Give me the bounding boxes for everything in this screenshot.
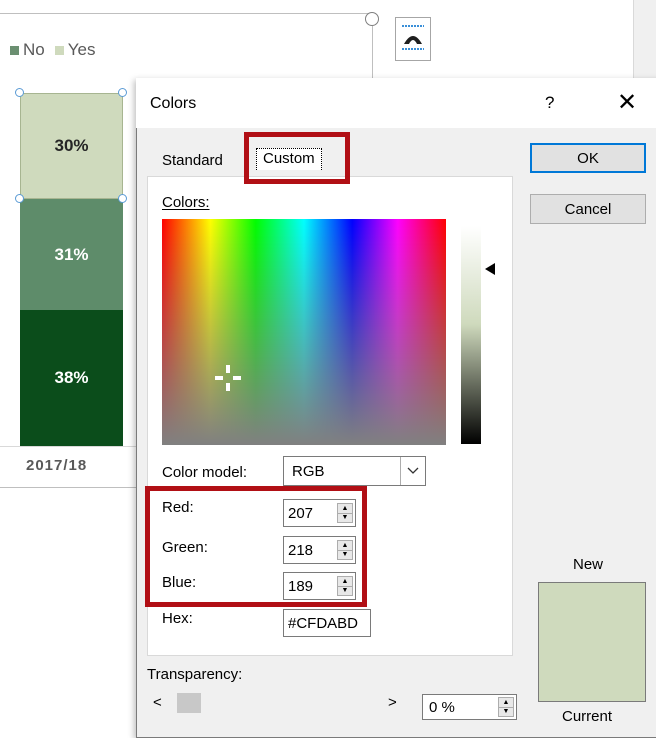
hex-label: Hex: (162, 610, 193, 627)
chart-border-right (372, 26, 373, 80)
new-label: New (573, 556, 604, 573)
ok-button[interactable]: OK (530, 143, 646, 173)
tab-standard[interactable]: Standard (162, 152, 223, 169)
axis-category-label: 2017/18 (26, 457, 88, 474)
legend-label-no: No (23, 40, 45, 59)
color-model-label: Color model: (162, 464, 248, 481)
spin-down-icon[interactable]: ▼ (499, 706, 513, 717)
color-model-value: RGB (292, 462, 325, 480)
highlight-rgb-values (145, 486, 367, 607)
chart-border-bottom (0, 487, 145, 488)
transparency-spinner[interactable]: ▲ ▼ (498, 697, 514, 717)
bar-segment-yes[interactable]: 30% (20, 93, 123, 199)
dialog-title: Colors (150, 95, 197, 112)
legend-item-yes: Yes (54, 40, 96, 60)
luminance-slider[interactable] (461, 226, 481, 444)
chart-border-top (0, 13, 372, 14)
selection-handle[interactable] (15, 194, 24, 203)
chevron-down-icon[interactable] (400, 457, 425, 485)
chart-layout-icon[interactable] (395, 17, 431, 61)
legend-item-no: No (10, 40, 45, 60)
transparency-value: 0 % (429, 698, 455, 716)
chevron-right-icon[interactable]: > (388, 694, 397, 711)
transparency-label: Transparency: (147, 666, 243, 683)
close-button[interactable]: ✕ (617, 88, 637, 117)
color-preview (538, 582, 646, 702)
bar-data-label: 38% (54, 368, 89, 387)
legend-swatch-no (10, 45, 19, 55)
bar-data-label: 31% (54, 244, 89, 264)
legend-swatch-yes (54, 45, 64, 55)
selection-handle[interactable] (118, 88, 127, 97)
hex-value: #CFDABD (288, 614, 359, 632)
slider-thumb[interactable] (177, 693, 201, 713)
current-color-swatch (539, 643, 645, 701)
color-spectrum[interactable] (162, 219, 446, 445)
color-model-select[interactable]: RGB (283, 456, 426, 486)
cancel-button[interactable]: Cancel (530, 194, 646, 224)
highlight-custom-tab (244, 132, 350, 184)
bar-segment-no[interactable]: 38% (20, 310, 123, 446)
chart-axis-line (0, 446, 145, 447)
legend-label-yes: Yes (67, 40, 96, 59)
hex-input[interactable]: #CFDABD (283, 609, 371, 637)
new-color-swatch (539, 583, 645, 643)
current-label: Current (562, 708, 613, 725)
chart-legend: No Yes (10, 40, 95, 60)
chevron-left-icon[interactable]: < (153, 694, 162, 711)
dialog-titlebar[interactable] (136, 78, 656, 128)
luminance-pointer-icon[interactable] (485, 263, 495, 275)
window-edge (633, 0, 656, 90)
help-button[interactable]: ? (545, 93, 554, 113)
colors-label: Colors: (162, 194, 210, 211)
bar-segment-middle[interactable]: 31% (20, 199, 123, 310)
crosshair-icon (215, 365, 241, 391)
selection-handle[interactable] (15, 88, 24, 97)
bar-data-label: 30% (54, 136, 89, 155)
spin-up-icon[interactable]: ▲ (499, 698, 513, 707)
chart-resize-handle[interactable] (365, 12, 379, 26)
selection-handle[interactable] (118, 194, 127, 203)
transparency-input[interactable]: 0 % ▲ ▼ (422, 694, 517, 720)
